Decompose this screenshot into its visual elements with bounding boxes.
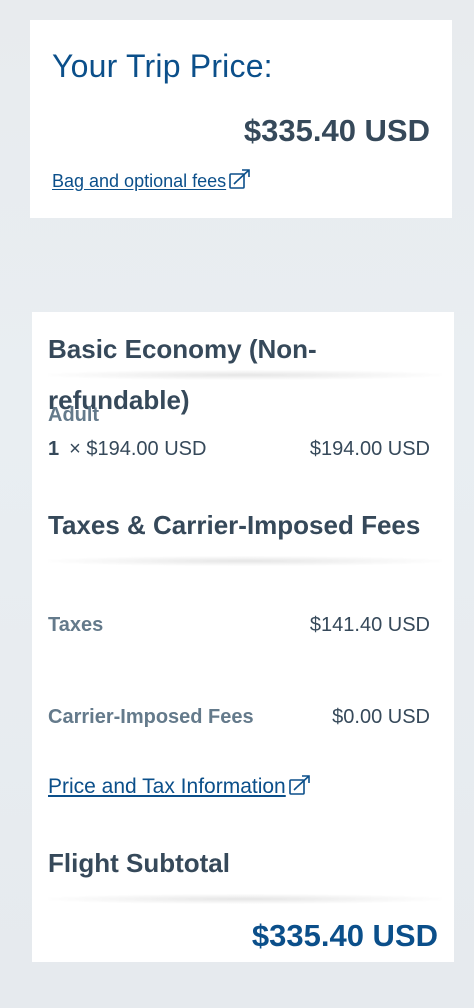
trip-price-card: Your Trip Price: $335.40 USD Bag and opt… (30, 20, 452, 218)
page: { "trip_price": { "title": "Your Trip Pr… (0, 0, 474, 1008)
price-breakdown-card: Basic Economy (Non-refundable) Adult 1 × … (32, 312, 454, 962)
fare-unit-price: × $194.00 USD (69, 438, 207, 460)
fare-quantity: 1 (48, 438, 60, 460)
passenger-type: Adult (48, 404, 100, 426)
flight-subtotal-title: Flight Subtotal (48, 848, 230, 878)
fare-total: $194.00 USD (309, 438, 430, 460)
bag-fees-link[interactable]: Bag and optional fees (52, 168, 252, 195)
trip-price-title: Your Trip Price: (52, 48, 273, 84)
taxes-label: Taxes (48, 614, 104, 636)
divider (48, 556, 442, 566)
fare-quantity-line: 1 × $194.00 USD (48, 438, 206, 461)
divider (48, 894, 442, 904)
trip-price-amount: $335.40 USD (243, 113, 430, 148)
flight-subtotal-amount: $335.40 USD (251, 918, 438, 953)
external-link-icon (228, 168, 252, 195)
carrier-fees-value: $0.00 USD (332, 706, 430, 728)
carrier-fees-label: Carrier-Imposed Fees (48, 706, 254, 728)
external-link-icon (288, 774, 312, 802)
taxes-value: $141.40 USD (309, 614, 430, 636)
taxes-section-title: Taxes & Carrier-Imposed Fees (48, 510, 421, 540)
price-tax-info-link-label: Price and Tax Information (48, 775, 286, 798)
divider (48, 370, 442, 380)
bag-fees-link-label: Bag and optional fees (52, 171, 227, 191)
price-tax-info-link[interactable]: Price and Tax Information (48, 774, 312, 802)
